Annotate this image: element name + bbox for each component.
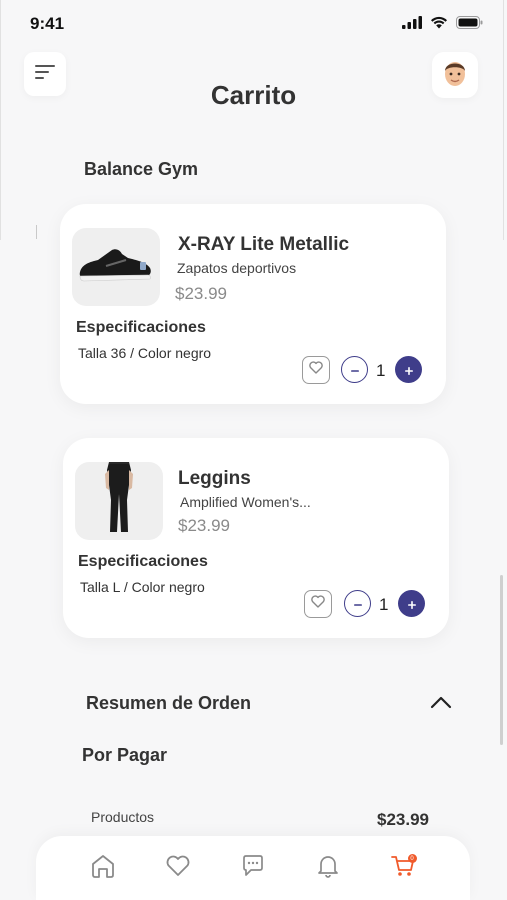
product-subtitle: Zapatos deportivos xyxy=(177,260,297,276)
summary-row-label: Productos xyxy=(91,809,155,825)
home-icon xyxy=(90,853,116,884)
cart-item-card: X-RAY Lite Metallic Zapatos deportivos $… xyxy=(60,204,446,404)
plus-icon xyxy=(407,595,417,613)
bell-icon xyxy=(316,853,340,884)
product-subtitle: Amplified Women's... xyxy=(180,494,311,510)
status-icons xyxy=(402,16,483,34)
heart-icon xyxy=(165,854,191,883)
tab-home[interactable] xyxy=(86,851,120,885)
tab-cart[interactable]: 0 xyxy=(386,851,420,885)
quantity-value: 1 xyxy=(376,361,386,380)
specs-title: Especificaciones xyxy=(76,319,206,336)
wifi-icon xyxy=(430,16,448,34)
tab-messages[interactable] xyxy=(236,851,270,885)
quantity-value: 1 xyxy=(379,595,389,614)
status-time: 9:41 xyxy=(30,14,65,33)
chat-icon xyxy=(240,854,266,883)
specs-value: Talla L / Color negro xyxy=(80,579,205,595)
summary-row-value: $23.99 xyxy=(377,810,429,829)
product-name: X-RAY Lite Metallic xyxy=(178,234,350,255)
chevron-up-icon xyxy=(430,696,452,713)
specs-title: Especificaciones xyxy=(78,553,208,570)
product-price: $23.99 xyxy=(175,284,227,303)
plus-icon xyxy=(404,361,414,379)
tab-favorites[interactable] xyxy=(161,851,195,885)
battery-icon xyxy=(456,16,483,34)
product-price: $23.99 xyxy=(178,516,230,535)
collapse-summary-button[interactable] xyxy=(430,695,452,714)
product-name: Leggins xyxy=(178,468,251,489)
minus-icon xyxy=(350,361,360,379)
bottom-tab-bar: 0 xyxy=(36,836,470,900)
heart-icon xyxy=(311,595,325,613)
signal-icon xyxy=(402,16,422,34)
to-pay-title: Por Pagar xyxy=(82,745,168,765)
store-name: Balance Gym xyxy=(84,159,199,179)
increase-quantity-button[interactable] xyxy=(398,590,425,617)
decrease-quantity-button[interactable] xyxy=(344,590,371,617)
decrease-quantity-button[interactable] xyxy=(341,356,368,383)
heart-icon xyxy=(309,361,323,379)
product-thumbnail[interactable] xyxy=(72,228,160,306)
scrollbar-thumb[interactable] xyxy=(500,575,503,745)
order-summary-title: Resumen de Orden xyxy=(86,693,252,713)
favorite-button[interactable] xyxy=(302,356,330,384)
sneaker-image-icon xyxy=(76,242,156,293)
tick-mark xyxy=(36,225,37,239)
leggings-image-icon xyxy=(97,462,141,540)
cart-item-card: Leggins Amplified Women's... $23.99 Espe… xyxy=(63,438,449,638)
cart-badge: 0 xyxy=(407,854,417,863)
specs-value: Talla 36 / Color negro xyxy=(78,345,212,361)
increase-quantity-button[interactable] xyxy=(395,356,422,383)
tab-notifications[interactable] xyxy=(311,851,345,885)
page-title: Carrito xyxy=(210,80,297,110)
minus-icon xyxy=(353,595,363,613)
favorite-button[interactable] xyxy=(304,590,332,618)
status-bar: 9:41 xyxy=(0,0,507,48)
product-thumbnail[interactable] xyxy=(75,462,163,540)
